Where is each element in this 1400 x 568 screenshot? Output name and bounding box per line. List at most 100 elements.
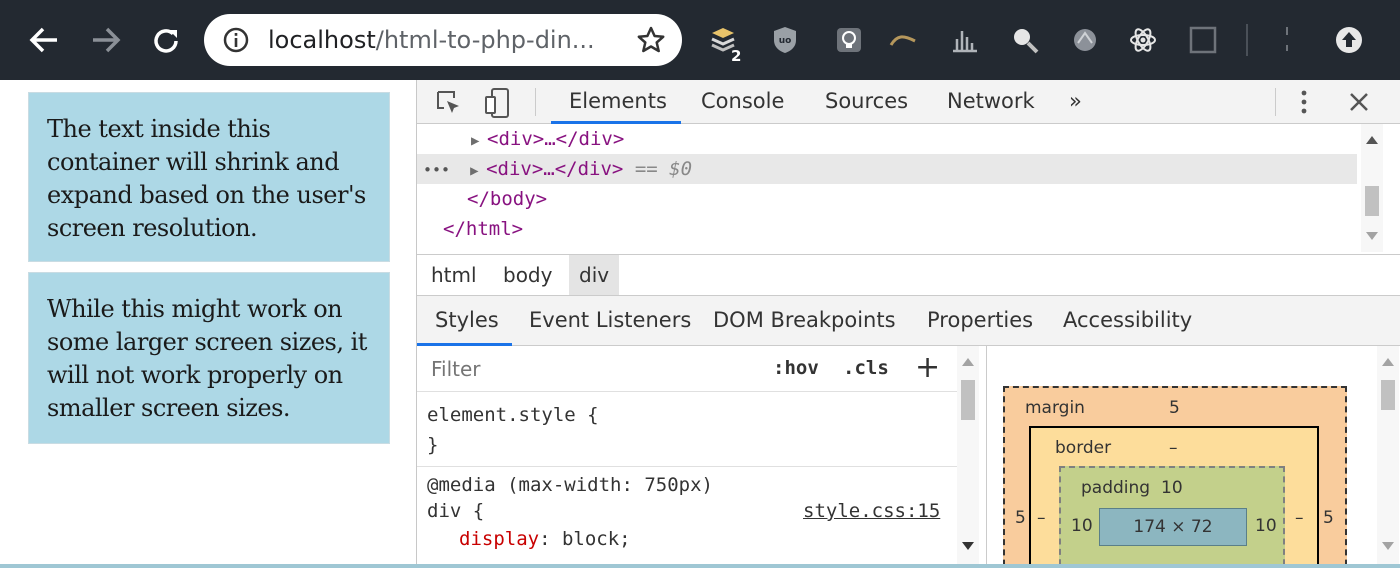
dom-node-div[interactable]: ▶ <div>…</div> xyxy=(471,124,624,154)
breadcrumb: html body div xyxy=(417,254,1400,296)
box-model-padding[interactable]: padding 10 10 10 174 × 72 xyxy=(1059,466,1285,568)
box-model-scrollbar[interactable] xyxy=(1377,346,1399,564)
styles-pane: :hov .cls + element.style { } @media (ma… xyxy=(417,346,987,564)
css-property-name[interactable]: display xyxy=(459,528,539,550)
scroll-up-arrow-icon[interactable] xyxy=(1382,358,1394,366)
address-bar[interactable]: localhost/html-to-php-din... xyxy=(204,14,682,66)
tab-accessibility[interactable]: Accessibility xyxy=(1063,308,1192,332)
tab-properties[interactable]: Properties xyxy=(927,308,1033,332)
tab-sources[interactable]: Sources xyxy=(825,89,908,113)
padding-right-value[interactable]: 10 xyxy=(1255,516,1277,536)
scroll-down-arrow-icon[interactable] xyxy=(962,542,974,550)
box-model-margin[interactable]: margin 5 5 5 border – – – padding 10 10 … xyxy=(1003,386,1347,568)
scroll-down-arrow-icon[interactable] xyxy=(1382,542,1394,550)
info-icon[interactable] xyxy=(222,26,250,54)
box-model-content[interactable]: 174 × 72 xyxy=(1099,508,1247,546)
dom-node-body-close[interactable]: </body> xyxy=(467,184,547,214)
scroll-thumb[interactable] xyxy=(1365,186,1379,216)
magnifier-icon[interactable] xyxy=(1010,25,1040,55)
new-style-rule-button[interactable]: + xyxy=(915,350,940,385)
styles-scrollbar[interactable] xyxy=(957,346,979,564)
margin-label: margin xyxy=(1025,398,1085,418)
breadcrumb-body[interactable]: body xyxy=(503,263,552,287)
dom-node-div-selected[interactable]: ••• ▶ <div>…</div> == $0 xyxy=(417,154,1357,184)
url-text[interactable]: localhost/html-to-php-din... xyxy=(268,26,595,54)
dom-node-text: <div>…</div> xyxy=(486,158,624,180)
chart-extension-icon[interactable] xyxy=(950,25,980,55)
scroll-thumb[interactable] xyxy=(1381,380,1395,410)
reload-icon xyxy=(154,29,178,53)
window-bottom-border xyxy=(0,564,1400,568)
dom-node-text: </body> xyxy=(467,188,548,210)
border-label: border xyxy=(1055,438,1112,458)
source-link[interactable]: style.css:15 xyxy=(803,500,940,522)
breadcrumb-div[interactable]: div xyxy=(569,255,620,295)
container-text-1: The text inside this container will shri… xyxy=(47,115,366,242)
shell-extension-icon[interactable] xyxy=(1070,25,1100,55)
tab-event-listeners[interactable]: Event Listeners xyxy=(529,308,691,332)
dom-node-html-close[interactable]: </html> xyxy=(443,214,523,244)
device-toolbar-icon[interactable] xyxy=(483,87,511,119)
bookmark-star-icon[interactable] xyxy=(636,25,666,55)
update-icon[interactable] xyxy=(1334,25,1364,55)
styles-subtabs: Styles Event Listeners DOM Breakpoints P… xyxy=(417,296,1400,346)
padding-left-value[interactable]: 10 xyxy=(1071,516,1093,536)
margin-left-value[interactable]: 5 xyxy=(1015,508,1026,528)
scroll-up-arrow-icon[interactable] xyxy=(1366,136,1378,144)
arrow-right-icon xyxy=(93,27,121,53)
tab-console[interactable]: Console xyxy=(701,89,784,113)
text-container-2: While this might work on some larger scr… xyxy=(28,272,390,444)
cls-toggle[interactable]: .cls xyxy=(843,357,889,379)
margin-top-value[interactable]: 5 xyxy=(1169,398,1180,418)
reload-button[interactable] xyxy=(146,22,186,58)
back-button[interactable] xyxy=(24,22,64,58)
container-text-2: While this might work on some larger scr… xyxy=(47,295,367,422)
wave-extension-icon[interactable] xyxy=(888,25,918,55)
scroll-down-arrow-icon[interactable] xyxy=(1366,232,1378,240)
border-top-value[interactable]: – xyxy=(1169,438,1178,458)
tab-elements[interactable]: Elements xyxy=(569,89,667,113)
url-path: /html-to-php-din... xyxy=(375,26,595,54)
dom-tree: ▶ <div>…</div> ••• ▶ <div>…</div> == $0 </b… xyxy=(417,124,1400,252)
expand-triangle-icon[interactable]: ▶ xyxy=(471,126,487,156)
url-host: localhost xyxy=(268,26,376,54)
box-model-border[interactable]: border – – – padding 10 10 10 174 × 72 xyxy=(1029,426,1319,568)
kebab-menu-icon[interactable] xyxy=(1297,88,1311,116)
toolbar-separator xyxy=(535,88,536,116)
border-right-value[interactable]: – xyxy=(1295,508,1304,528)
devtools-panel: Elements Console Sources Network » ▶ <div… xyxy=(416,80,1400,568)
dom-node-dots[interactable]: ••• xyxy=(423,161,450,179)
expand-triangle-icon[interactable]: ▶ xyxy=(470,156,486,186)
react-icon[interactable] xyxy=(1128,25,1158,55)
toolbar-divider xyxy=(1246,24,1248,56)
lightbulb-icon[interactable] xyxy=(834,25,864,55)
styles-filter-input[interactable] xyxy=(423,352,753,386)
scroll-up-arrow-icon[interactable] xyxy=(962,358,974,366)
more-tabs-button[interactable]: » xyxy=(1069,89,1082,113)
rule-selector[interactable]: div { xyxy=(427,500,484,522)
profile-dots-icon[interactable] xyxy=(1272,25,1302,55)
window-extension-icon[interactable] xyxy=(1188,25,1218,55)
arrow-left-icon xyxy=(29,27,57,53)
browser-toolbar: localhost/html-to-php-din... 2 uo xyxy=(0,0,1400,80)
border-left-value[interactable]: – xyxy=(1037,508,1046,528)
forward-button[interactable] xyxy=(86,22,126,58)
scroll-thumb[interactable] xyxy=(961,380,975,420)
tab-network[interactable]: Network xyxy=(947,89,1035,113)
element-style-selector[interactable]: element.style { xyxy=(427,404,599,426)
toolbar-separator xyxy=(1275,88,1276,116)
css-declaration[interactable]: display: block; xyxy=(459,528,631,550)
ublock-icon[interactable]: uo xyxy=(770,25,800,55)
padding-top-value[interactable]: 10 xyxy=(1161,478,1183,498)
hov-toggle[interactable]: :hov xyxy=(773,357,819,379)
margin-right-value[interactable]: 5 xyxy=(1323,508,1334,528)
inspect-element-icon[interactable] xyxy=(435,89,463,117)
styles-filter-row: :hov .cls + xyxy=(417,346,965,392)
tab-dom-breakpoints[interactable]: DOM Breakpoints xyxy=(713,308,896,332)
tab-styles[interactable]: Styles xyxy=(435,308,499,332)
breadcrumb-html[interactable]: html xyxy=(431,263,477,287)
dom-scrollbar[interactable] xyxy=(1361,124,1383,252)
css-property-value[interactable]: : block; xyxy=(539,528,631,550)
extension-badge: 2 xyxy=(731,47,742,65)
close-icon[interactable] xyxy=(1347,90,1371,114)
